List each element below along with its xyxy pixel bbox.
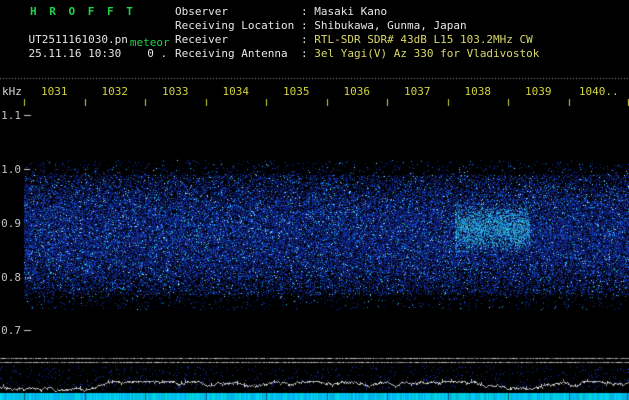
meta-value: RTL-SDR SDR# 43dB L15 103.2MHz CW: [314, 33, 533, 46]
time-label: 1040..: [579, 85, 619, 98]
meta-colon: :: [301, 33, 314, 46]
time-label: 1036: [344, 85, 371, 98]
time-label: 1031: [41, 85, 68, 98]
meta-colon: :: [301, 19, 314, 32]
header-meta-row: Receiving Antenna: 3el Yagi(V) Az 330 fo…: [175, 47, 539, 61]
meta-label: Observer: [175, 5, 301, 19]
header-metadata: Observer: Masaki Kano Receiving Location:…: [175, 5, 539, 61]
time-label: 1037: [404, 85, 431, 98]
freq-label: 0.9: [0, 217, 21, 230]
header-meta-row: Observer: Masaki Kano: [175, 5, 539, 19]
freq-label: 0.8: [0, 271, 21, 284]
date-line: 25.11.16 10:30 0 .: [2, 34, 167, 73]
freq-label: 1.0: [0, 163, 21, 176]
time-label: 1035: [283, 85, 310, 98]
meta-label: Receiving Antenna: [175, 47, 301, 61]
meta-value: Masaki Kano: [314, 5, 387, 18]
header-meta-row: Receiving Location: Shibukawa, Gunma, Ja…: [175, 19, 539, 33]
time-label: 1039: [525, 85, 552, 98]
hrofft-screen: H R O F F T UT2511161030.pn meteor 25.11.…: [0, 0, 629, 400]
counter: 0 .: [147, 47, 167, 60]
time-axis: 1031 1032 1033 1034 1035 1036 1037 1038 1039 1040…: [0, 85, 629, 98]
datetime: 25.11.16 10:30: [29, 47, 122, 60]
meta-label: Receiving Location: [175, 19, 301, 33]
freq-label: 0.7: [0, 324, 21, 337]
time-label: 1038: [465, 85, 492, 98]
time-label: 1033: [162, 85, 189, 98]
time-label: 1034: [223, 85, 250, 98]
time-label: 1032: [102, 85, 129, 98]
app-title: H R O F F T: [30, 5, 136, 18]
meta-label: Receiver: [175, 33, 301, 47]
meta-value: 3el Yagi(V) Az 330 for Vladivostok: [314, 47, 539, 60]
freq-label: 1.1: [0, 109, 21, 122]
header-meta-row: Receiver: RTL-SDR SDR# 43dB L15 103.2MHz…: [175, 33, 539, 47]
meta-colon: :: [301, 5, 314, 18]
meta-value: Shibukawa, Gunma, Japan: [314, 19, 466, 32]
meta-colon: :: [301, 47, 314, 60]
